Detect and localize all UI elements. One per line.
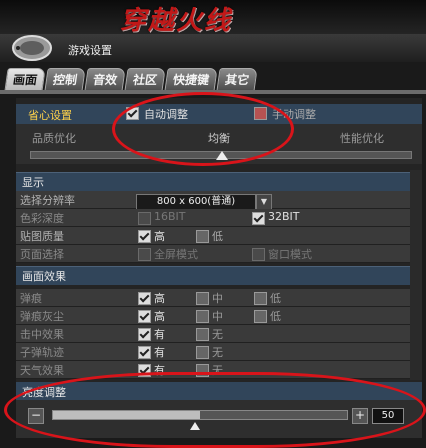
tab-controls[interactable]: 控制	[44, 68, 86, 92]
color-32bit-checkbox[interactable]	[252, 212, 265, 225]
bullet-hole-high-label: 高	[154, 292, 165, 305]
game-logo: 穿越火线	[120, 6, 233, 36]
color-32bit-label: 32BIT	[268, 210, 300, 223]
preset-title: 省心设置	[28, 109, 72, 122]
bullet-trail-off-checkbox[interactable]	[196, 346, 209, 359]
bullet-hole-mid-label: 中	[212, 292, 223, 305]
hit-effect-on-checkbox[interactable]	[138, 328, 151, 341]
color-depth-label: 色彩深度	[20, 212, 64, 225]
annotation-ellipse-top	[112, 92, 294, 166]
quality-right-label: 性能优化	[340, 132, 384, 145]
page-mode-label: 页面选择	[20, 248, 64, 261]
window-title: 游戏设置	[68, 44, 112, 57]
window-mode-label: 窗口模式	[268, 248, 312, 261]
annotation-ellipse-bottom	[4, 372, 426, 448]
bullet-trail-off-label: 无	[212, 346, 223, 359]
texture-high-checkbox[interactable]	[138, 230, 151, 243]
hit-effect-off-checkbox[interactable]	[196, 328, 209, 341]
display-section-title: 显示	[22, 176, 44, 189]
window-mode-checkbox[interactable]	[252, 248, 265, 261]
texture-high-label: 高	[154, 230, 165, 243]
tab-other[interactable]: 其它	[216, 68, 258, 92]
resolution-select[interactable]: 800 x 600(普通)	[136, 194, 256, 210]
bullet-trail-on-checkbox[interactable]	[138, 346, 151, 359]
bullet-hole-label: 弹痕	[20, 292, 42, 305]
hit-effect-off-label: 无	[212, 328, 223, 341]
bullet-dust-low-label: 低	[270, 310, 281, 323]
bullet-trail-label: 子弹轨迹	[20, 346, 64, 359]
bullet-dust-label: 弹痕灰尘	[20, 310, 64, 323]
page-mode-row: 页面选择	[16, 245, 422, 263]
dogtag-icon	[10, 33, 54, 63]
bullet-dust-low-checkbox[interactable]	[254, 310, 267, 323]
bullet-hole-low-label: 低	[270, 292, 281, 305]
color-depth-row: 色彩深度	[16, 209, 422, 227]
chevron-down-icon[interactable]: ▼	[256, 194, 272, 210]
bullet-dust-mid-label: 中	[212, 310, 223, 323]
effects-section-header: 画面效果	[16, 266, 422, 285]
fullscreen-checkbox[interactable]	[138, 248, 151, 261]
fullscreen-label: 全屏模式	[154, 248, 198, 261]
title-bar	[0, 34, 426, 62]
tab-graphics[interactable]: 画面	[4, 68, 46, 92]
tab-sound[interactable]: 音效	[84, 68, 126, 92]
texture-low-label: 低	[212, 230, 223, 243]
bullet-hole-mid-checkbox[interactable]	[196, 292, 209, 305]
bullet-hole-low-checkbox[interactable]	[254, 292, 267, 305]
bullet-trail-on-label: 有	[154, 346, 165, 359]
display-section-header: 显示	[16, 172, 422, 191]
texture-low-checkbox[interactable]	[196, 230, 209, 243]
settings-tabs: 画面 控制 音效 社区 快捷键 其它	[4, 68, 258, 92]
color-16bit-label: 16BIT	[154, 210, 186, 223]
bullet-dust-mid-checkbox[interactable]	[196, 310, 209, 323]
texture-label: 贴图质量	[20, 230, 64, 243]
hit-effect-label: 击中效果	[20, 328, 64, 341]
bullet-dust-high-checkbox[interactable]	[138, 310, 151, 323]
quality-left-label: 品质优化	[32, 132, 76, 145]
panel-scrollbar[interactable]	[410, 170, 422, 380]
bullet-hole-high-checkbox[interactable]	[138, 292, 151, 305]
hit-effect-on-label: 有	[154, 328, 165, 341]
tab-hotkeys[interactable]: 快捷键	[164, 68, 218, 92]
resolution-label: 选择分辨率	[20, 194, 75, 207]
bullet-dust-high-label: 高	[154, 310, 165, 323]
effects-section-title: 画面效果	[22, 270, 66, 283]
color-16bit-checkbox[interactable]	[138, 212, 151, 225]
tab-community[interactable]: 社区	[124, 68, 166, 92]
